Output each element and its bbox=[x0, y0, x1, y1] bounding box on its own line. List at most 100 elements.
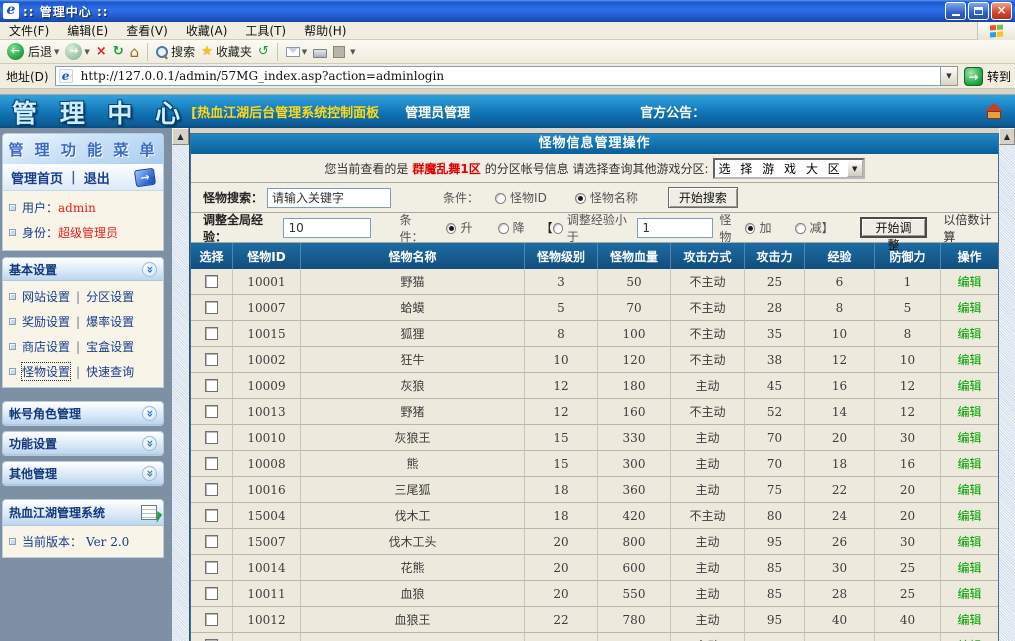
minimize-button[interactable] bbox=[945, 2, 966, 20]
row-checkbox[interactable] bbox=[205, 535, 218, 548]
stop-button[interactable]: × bbox=[96, 44, 107, 59]
edit-link[interactable]: 编辑 bbox=[957, 481, 981, 498]
radio-down[interactable] bbox=[498, 223, 508, 234]
sidebar-exit-link[interactable]: 退出 bbox=[84, 168, 110, 187]
edit-link[interactable]: 编辑 bbox=[957, 533, 981, 550]
edit-link[interactable]: 编辑 bbox=[957, 429, 981, 446]
row-checkbox[interactable] bbox=[205, 483, 218, 496]
search-button[interactable]: 搜索 bbox=[156, 43, 195, 60]
exp-less-input[interactable] bbox=[637, 218, 713, 238]
restore-button[interactable] bbox=[968, 2, 989, 20]
radio-up[interactable] bbox=[446, 223, 456, 234]
start-adjust-button[interactable]: 开始调整 bbox=[860, 217, 928, 238]
sidebar-section-bar[interactable]: 其他管理« bbox=[2, 461, 164, 486]
go-button[interactable]: → 转到 bbox=[964, 67, 1011, 86]
menu-item[interactable]: 工具(T) bbox=[236, 22, 295, 39]
zone-select[interactable]: 选 择 游 戏 大 区 ▼ bbox=[713, 158, 865, 179]
radio-add[interactable] bbox=[745, 223, 755, 234]
refresh-button[interactable]: ↻ bbox=[113, 44, 124, 59]
banner-home-icon[interactable] bbox=[985, 103, 1003, 119]
address-dropdown-button[interactable]: ▼ bbox=[941, 66, 958, 86]
sidebar-scrollbar[interactable]: ▲ bbox=[172, 128, 189, 641]
sidebar-link[interactable]: 怪物设置 bbox=[22, 363, 70, 380]
sidebar-link[interactable]: 网站设置 bbox=[22, 288, 70, 305]
start-search-button[interactable]: 开始搜索 bbox=[668, 187, 738, 208]
close-button[interactable]: × bbox=[991, 2, 1012, 20]
sidebar-link[interactable]: 快速查询 bbox=[86, 363, 134, 380]
sidebar-link[interactable]: 爆率设置 bbox=[86, 313, 134, 330]
sidebar-section-header[interactable]: 功能设置« bbox=[3, 432, 163, 455]
sidebar-link[interactable]: 宝盒设置 bbox=[86, 338, 134, 355]
row-checkbox[interactable] bbox=[205, 379, 218, 392]
address-input[interactable]: e http://127.0.0.1/admin/57MG_index.asp?… bbox=[55, 66, 941, 86]
radio-monster-name[interactable] bbox=[575, 193, 586, 204]
row-checkbox[interactable] bbox=[205, 275, 218, 288]
address-url[interactable]: http://127.0.0.1/admin/57MG_index.asp?ac… bbox=[81, 69, 444, 83]
edit-link[interactable]: 编辑 bbox=[957, 455, 981, 472]
menu-item[interactable]: 查看(V) bbox=[117, 22, 177, 39]
radio-exp-less[interactable] bbox=[553, 223, 563, 234]
select-dropdown-icon[interactable]: ▼ bbox=[847, 160, 863, 177]
scroll-up-button[interactable]: ▲ bbox=[172, 128, 189, 145]
nav-admin-management[interactable]: 管理员管理 bbox=[405, 102, 470, 121]
monster-search-input[interactable] bbox=[267, 188, 391, 208]
sidebar-home-link[interactable]: 管理首页 bbox=[11, 168, 63, 187]
row-checkbox[interactable] bbox=[205, 509, 218, 522]
sidebar-section-bar[interactable]: 帐号角色管理« bbox=[2, 401, 164, 426]
edit-link[interactable]: 编辑 bbox=[957, 351, 981, 368]
chevron-down-icon[interactable]: « bbox=[142, 406, 157, 421]
sidebar-link[interactable]: 奖励设置 bbox=[22, 313, 70, 330]
row-checkbox[interactable] bbox=[205, 327, 218, 340]
edit-link[interactable]: 编辑 bbox=[957, 325, 981, 342]
toolbar-overflow-icon[interactable]: ▼ bbox=[350, 48, 355, 56]
row-checkbox[interactable] bbox=[205, 301, 218, 314]
row-checkbox[interactable] bbox=[205, 353, 218, 366]
chevron-down-icon[interactable]: « bbox=[142, 466, 157, 481]
basic-settings-header[interactable]: 基本设置 « bbox=[3, 258, 163, 281]
history-button[interactable]: ↺ bbox=[258, 44, 269, 59]
version-label: 当前版本： bbox=[22, 533, 82, 550]
edit-link[interactable]: 编辑 bbox=[957, 585, 981, 602]
table-cell: 主动 bbox=[671, 373, 745, 399]
content-scrollbar[interactable]: ▲ bbox=[999, 128, 1015, 641]
edit-link[interactable]: 编辑 bbox=[957, 273, 981, 290]
back-button[interactable]: ← 后退 ▼ bbox=[7, 43, 59, 60]
row-checkbox[interactable] bbox=[205, 405, 218, 418]
adjust-exp-input[interactable] bbox=[283, 218, 371, 238]
scroll-up-button[interactable]: ▲ bbox=[999, 128, 1015, 145]
edit-link[interactable]: 编辑 bbox=[957, 299, 981, 316]
edit-link[interactable]: 编辑 bbox=[957, 507, 981, 524]
edit-link[interactable]: 编辑 bbox=[957, 377, 981, 394]
chevron-down-icon[interactable]: « bbox=[142, 436, 157, 451]
row-checkbox[interactable] bbox=[205, 613, 218, 626]
sidebar-link[interactable]: 商店设置 bbox=[22, 338, 70, 355]
row-checkbox[interactable] bbox=[205, 561, 218, 574]
edit-link[interactable]: 编辑 bbox=[957, 403, 981, 420]
sidebar-section-header[interactable]: 其他管理« bbox=[3, 462, 163, 485]
row-checkbox[interactable] bbox=[205, 587, 218, 600]
mail-dropdown-icon[interactable]: ▼ bbox=[302, 48, 307, 56]
back-dropdown-icon[interactable]: ▼ bbox=[54, 48, 59, 56]
sidebar-section-bar[interactable]: 功能设置« bbox=[2, 431, 164, 456]
favorites-button[interactable]: ★ 收藏夹 bbox=[201, 43, 252, 60]
row-checkbox[interactable] bbox=[205, 431, 218, 444]
forward-dropdown-icon[interactable]: ▼ bbox=[84, 48, 89, 56]
sidebar-link[interactable]: 分区设置 bbox=[86, 288, 134, 305]
edit-link[interactable]: 编辑 bbox=[957, 637, 981, 641]
menu-item[interactable]: 文件(F) bbox=[0, 22, 58, 39]
print-button[interactable] bbox=[313, 46, 327, 58]
sidebar-section-header[interactable]: 帐号角色管理« bbox=[3, 402, 163, 425]
radio-subtract[interactable] bbox=[795, 223, 805, 234]
chevron-down-icon[interactable]: « bbox=[142, 262, 157, 277]
edit-link[interactable]: 编辑 bbox=[957, 611, 981, 628]
row-checkbox[interactable] bbox=[205, 457, 218, 470]
menu-item[interactable]: 收藏(A) bbox=[177, 22, 237, 39]
radio-monster-id[interactable] bbox=[495, 193, 506, 204]
menu-item[interactable]: 帮助(H) bbox=[295, 22, 355, 39]
edit-button[interactable] bbox=[333, 46, 345, 58]
menu-item[interactable]: 编辑(E) bbox=[58, 22, 117, 39]
forward-button[interactable]: → ▼ bbox=[65, 43, 89, 60]
mail-button[interactable]: ▼ bbox=[286, 47, 307, 57]
home-button[interactable]: ⌂ bbox=[130, 43, 140, 61]
edit-link[interactable]: 编辑 bbox=[957, 559, 981, 576]
